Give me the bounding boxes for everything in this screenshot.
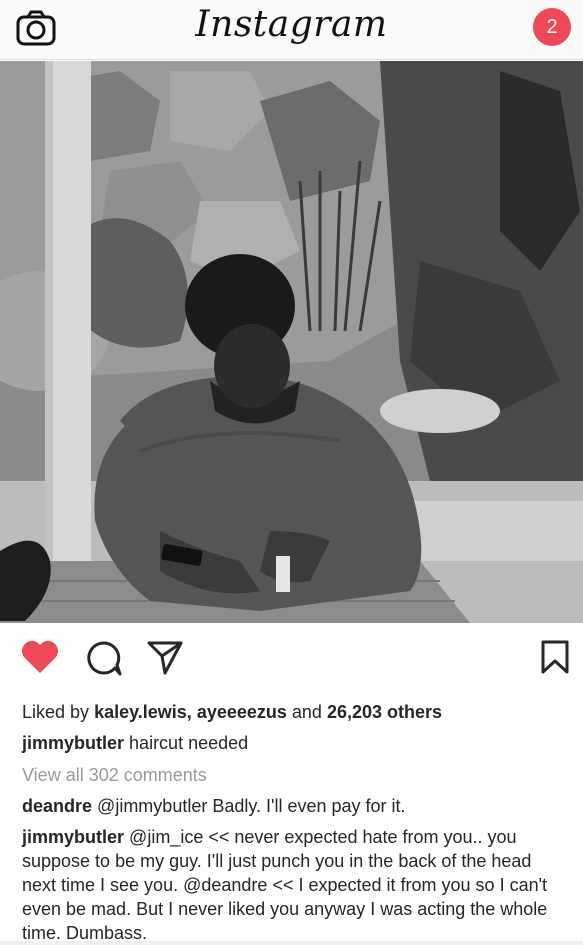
view-all-comments-link[interactable]: View all 302 comments	[22, 763, 569, 787]
caption-username[interactable]: jimmybutler	[22, 733, 124, 753]
heart-icon[interactable]	[20, 639, 60, 675]
liked-user-link[interactable]: ayeeeezus	[197, 702, 287, 722]
likes-line: Liked by kaley.lewis, ayeeeezus and 26,2…	[22, 700, 569, 724]
comment-mention[interactable]: @deandre	[183, 875, 267, 895]
likes-prefix: Liked by	[22, 702, 90, 722]
comment: jimmybutler @jim_ice << never expected h…	[22, 825, 569, 945]
app-header: Instagram 2	[0, 0, 583, 60]
comment-username[interactable]: deandre	[22, 796, 92, 816]
caption-text: haircut needed	[129, 733, 249, 753]
comment-username[interactable]: jimmybutler	[22, 827, 124, 847]
app-logo: Instagram	[195, 4, 388, 45]
likes-count-link[interactable]: 26,203 others	[327, 702, 442, 722]
liked-user-link[interactable]: kaley.lewis,	[94, 702, 192, 722]
comment-mention[interactable]: @jimmybutler	[97, 796, 207, 816]
comment-icon[interactable]	[84, 639, 124, 677]
caption: jimmybutler haircut needed	[22, 731, 569, 755]
comment-text: Badly. I'll even pay for it.	[212, 796, 406, 816]
comment-mention[interactable]: @jim_ice	[129, 827, 203, 847]
send-icon[interactable]	[145, 639, 185, 675]
likes-and: and	[291, 702, 322, 722]
notification-badge[interactable]: 2	[533, 8, 571, 46]
post-photo[interactable]	[0, 61, 583, 623]
post-actions-bar	[0, 623, 583, 699]
comment: deandre @jimmybutler Badly. I'll even pa…	[22, 794, 569, 818]
bookmark-icon[interactable]	[540, 639, 570, 675]
bottom-divider	[0, 941, 583, 945]
